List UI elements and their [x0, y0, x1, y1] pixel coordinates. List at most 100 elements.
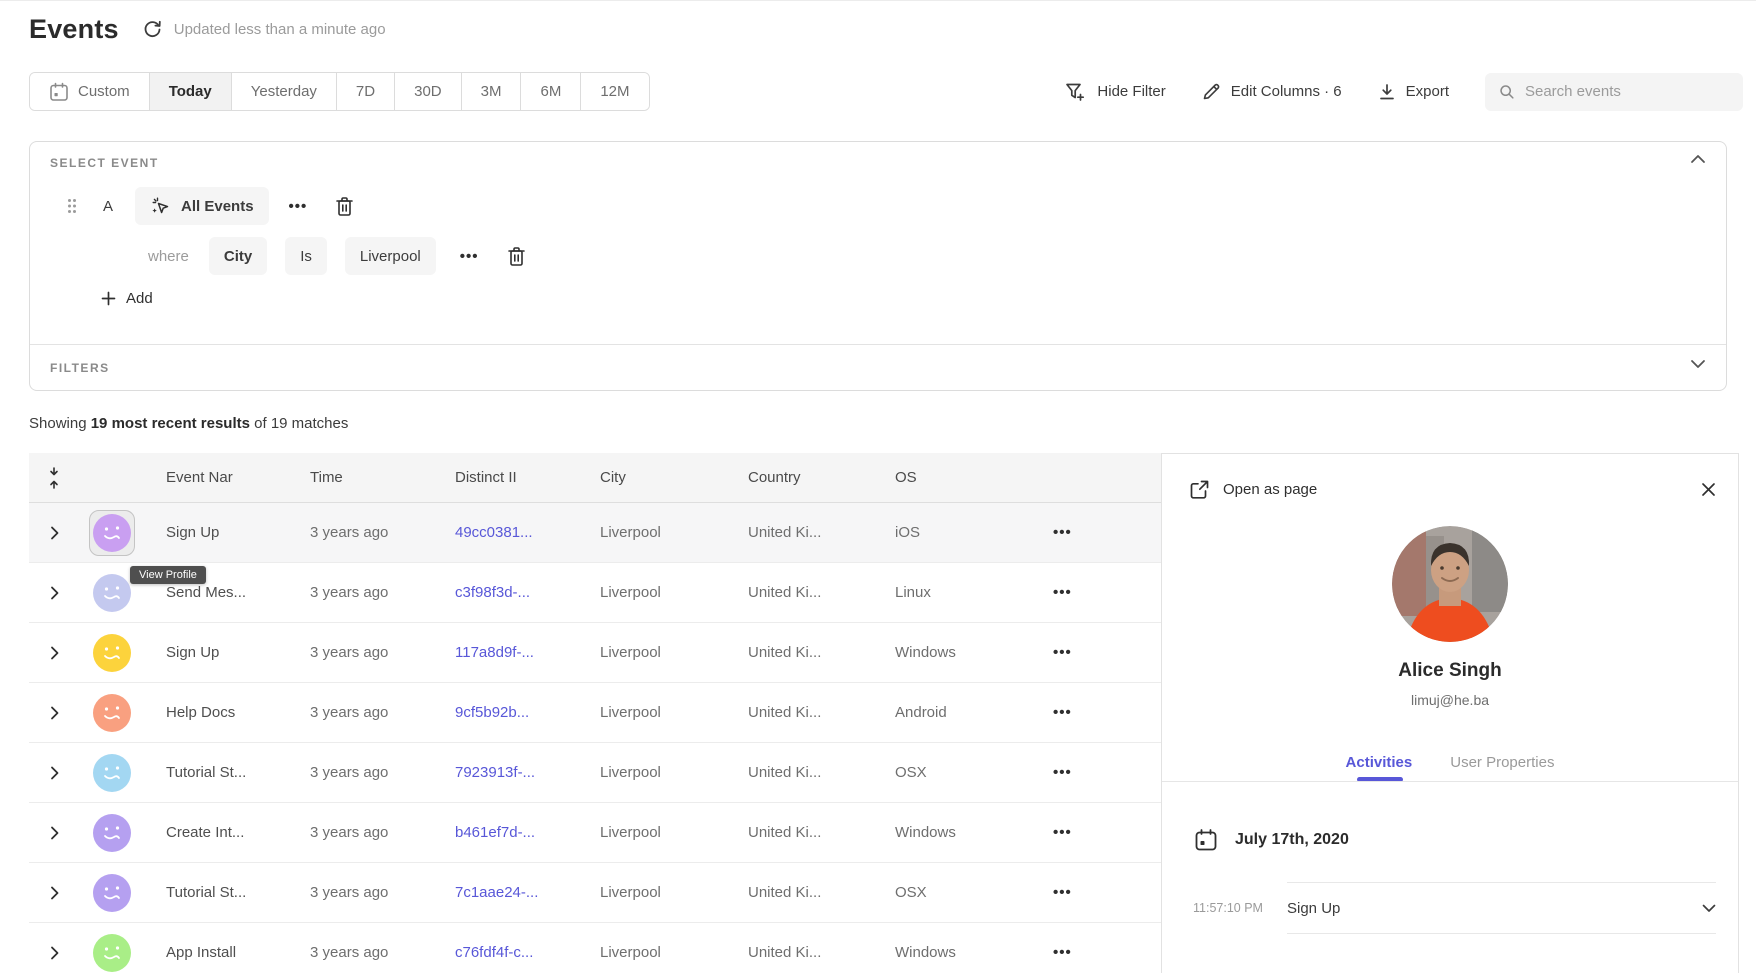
operator-chip[interactable]: Is — [285, 237, 327, 275]
range-button-12m[interactable]: 12M — [581, 73, 648, 110]
search-input[interactable] — [1525, 83, 1729, 100]
collapse-card-button[interactable] — [1690, 154, 1706, 164]
panel-tab-user-properties[interactable]: User Properties — [1450, 754, 1554, 771]
avatar-face-icon — [100, 521, 124, 545]
delete-where-clause-button[interactable] — [503, 242, 530, 271]
chevron-right-icon — [50, 766, 59, 780]
hide-filter-button[interactable]: Hide Filter — [1065, 82, 1165, 102]
range-button-yesterday[interactable]: Yesterday — [232, 73, 337, 110]
edit-columns-button[interactable]: Edit Columns · 6 — [1202, 82, 1342, 101]
collapse-all-rows-button[interactable] — [29, 467, 79, 489]
panel-tab-activities[interactable]: Activities — [1346, 754, 1413, 771]
row-expand-button[interactable] — [29, 706, 79, 720]
table-row[interactable]: App Install 3 years ago c76fdf4f-c... Li… — [29, 923, 1161, 972]
row-menu-button[interactable]: ••• — [1047, 880, 1078, 905]
avatar-frame — [89, 510, 135, 556]
avatar[interactable] — [93, 754, 131, 792]
table-row[interactable]: Tutorial St... 3 years ago 7c1aae24-... … — [29, 863, 1161, 923]
close-panel-button[interactable] — [1701, 482, 1716, 497]
event-clause-menu-button[interactable]: ••• — [283, 194, 314, 219]
time-cell: 3 years ago — [310, 524, 455, 541]
country-cell: United Ki... — [748, 884, 895, 901]
activity-event-expander[interactable]: Sign Up — [1287, 882, 1716, 934]
distinct-id-link[interactable]: 117a8d9f-... — [455, 644, 600, 661]
distinct-id-link[interactable]: c76fdf4f-c... — [455, 944, 600, 961]
avatar[interactable] — [93, 574, 131, 612]
table-row[interactable]: Tutorial St... 3 years ago 7923913f-... … — [29, 743, 1161, 803]
avatar-frame — [89, 810, 135, 856]
calendar-icon — [49, 82, 69, 102]
column-header-city[interactable]: City — [600, 469, 748, 486]
row-expand-button[interactable] — [29, 826, 79, 840]
os-cell: OSX — [895, 884, 1015, 901]
close-icon — [1701, 482, 1716, 497]
row-menu-button[interactable]: ••• — [1047, 640, 1078, 665]
row-menu-button[interactable]: ••• — [1047, 760, 1078, 785]
event-selector-chip[interactable]: All Events — [135, 187, 269, 225]
range-label: 7D — [356, 83, 375, 100]
distinct-id-link[interactable]: 9cf5b92b... — [455, 704, 600, 721]
distinct-id-link[interactable]: c3f98f3d-... — [455, 584, 600, 601]
table-row[interactable]: Help Docs 3 years ago 9cf5b92b... Liverp… — [29, 683, 1161, 743]
row-expand-button[interactable] — [29, 586, 79, 600]
city-cell: Liverpool — [600, 584, 748, 601]
distinct-id-link[interactable]: 7c1aae24-... — [455, 884, 600, 901]
row-expand-button[interactable] — [29, 886, 79, 900]
range-button-7d[interactable]: 7D — [337, 73, 395, 110]
avatar[interactable] — [93, 694, 131, 732]
refresh-button[interactable] — [143, 20, 162, 39]
open-as-page-button[interactable]: Open as page — [1189, 479, 1317, 500]
table-row[interactable]: Create Int... 3 years ago b461ef7d-... L… — [29, 803, 1161, 863]
property-chip[interactable]: City — [209, 237, 267, 275]
city-cell: Liverpool — [600, 704, 748, 721]
row-expand-button[interactable] — [29, 946, 79, 960]
column-header-distinct-ii[interactable]: Distinct II — [455, 469, 600, 486]
distinct-id-link[interactable]: b461ef7d-... — [455, 824, 600, 841]
column-header-country[interactable]: Country — [748, 469, 895, 486]
delete-event-clause-button[interactable] — [331, 192, 358, 221]
range-button-3m[interactable]: 3M — [462, 73, 522, 110]
range-label: Today — [169, 83, 212, 100]
avatar[interactable] — [93, 874, 131, 912]
where-label: where — [148, 248, 189, 265]
row-menu-button[interactable]: ••• — [1047, 940, 1078, 965]
avatar[interactable] — [93, 514, 131, 552]
avatar[interactable] — [93, 934, 131, 972]
drag-handle-icon[interactable] — [67, 198, 77, 214]
search-box[interactable] — [1485, 73, 1743, 111]
query-builder-card: SELECT EVENT A All Events ••• — [29, 141, 1727, 391]
row-expand-button[interactable] — [29, 526, 79, 540]
where-clause-menu-button[interactable]: ••• — [454, 244, 485, 269]
avatar[interactable] — [93, 634, 131, 672]
row-menu-button[interactable]: ••• — [1047, 820, 1078, 845]
row-menu-button[interactable]: ••• — [1047, 700, 1078, 725]
export-button[interactable]: Export — [1378, 83, 1449, 101]
filters-section[interactable]: FILTERS — [30, 344, 1726, 391]
event-name-cell: Create Int... — [166, 824, 310, 841]
updated-status: Updated less than a minute ago — [174, 21, 386, 38]
row-menu-button[interactable]: ••• — [1047, 520, 1078, 545]
range-button-6m[interactable]: 6M — [521, 73, 581, 110]
row-menu-button[interactable]: ••• — [1047, 580, 1078, 605]
distinct-id-link[interactable]: 49cc0381... — [455, 524, 600, 541]
avatar-face-icon — [100, 581, 124, 605]
row-expand-button[interactable] — [29, 646, 79, 660]
column-header-time[interactable]: Time — [310, 469, 455, 486]
range-button-30d[interactable]: 30D — [395, 73, 462, 110]
column-header-os[interactable]: OS — [895, 469, 1015, 486]
avatar[interactable] — [93, 814, 131, 852]
avatar-frame — [89, 570, 135, 616]
distinct-id-link[interactable]: 7923913f-... — [455, 764, 600, 781]
column-header-event-nar[interactable]: Event Nar — [166, 469, 310, 486]
range-button-today[interactable]: Today — [150, 73, 232, 110]
chevron-right-icon — [50, 946, 59, 960]
add-clause-button[interactable]: Add — [101, 290, 153, 307]
range-button-custom[interactable]: Custom — [30, 73, 150, 110]
filters-expand-button[interactable] — [1690, 359, 1706, 369]
value-chip[interactable]: Liverpool — [345, 237, 436, 275]
profile-panel: Open as page Alice — [1161, 453, 1739, 973]
table-row[interactable]: Sign Up 3 years ago 117a8d9f-... Liverpo… — [29, 623, 1161, 683]
table-row[interactable]: Sign Up 3 years ago 49cc0381... Liverpoo… — [29, 503, 1161, 563]
row-expand-button[interactable] — [29, 766, 79, 780]
country-cell: United Ki... — [748, 584, 895, 601]
